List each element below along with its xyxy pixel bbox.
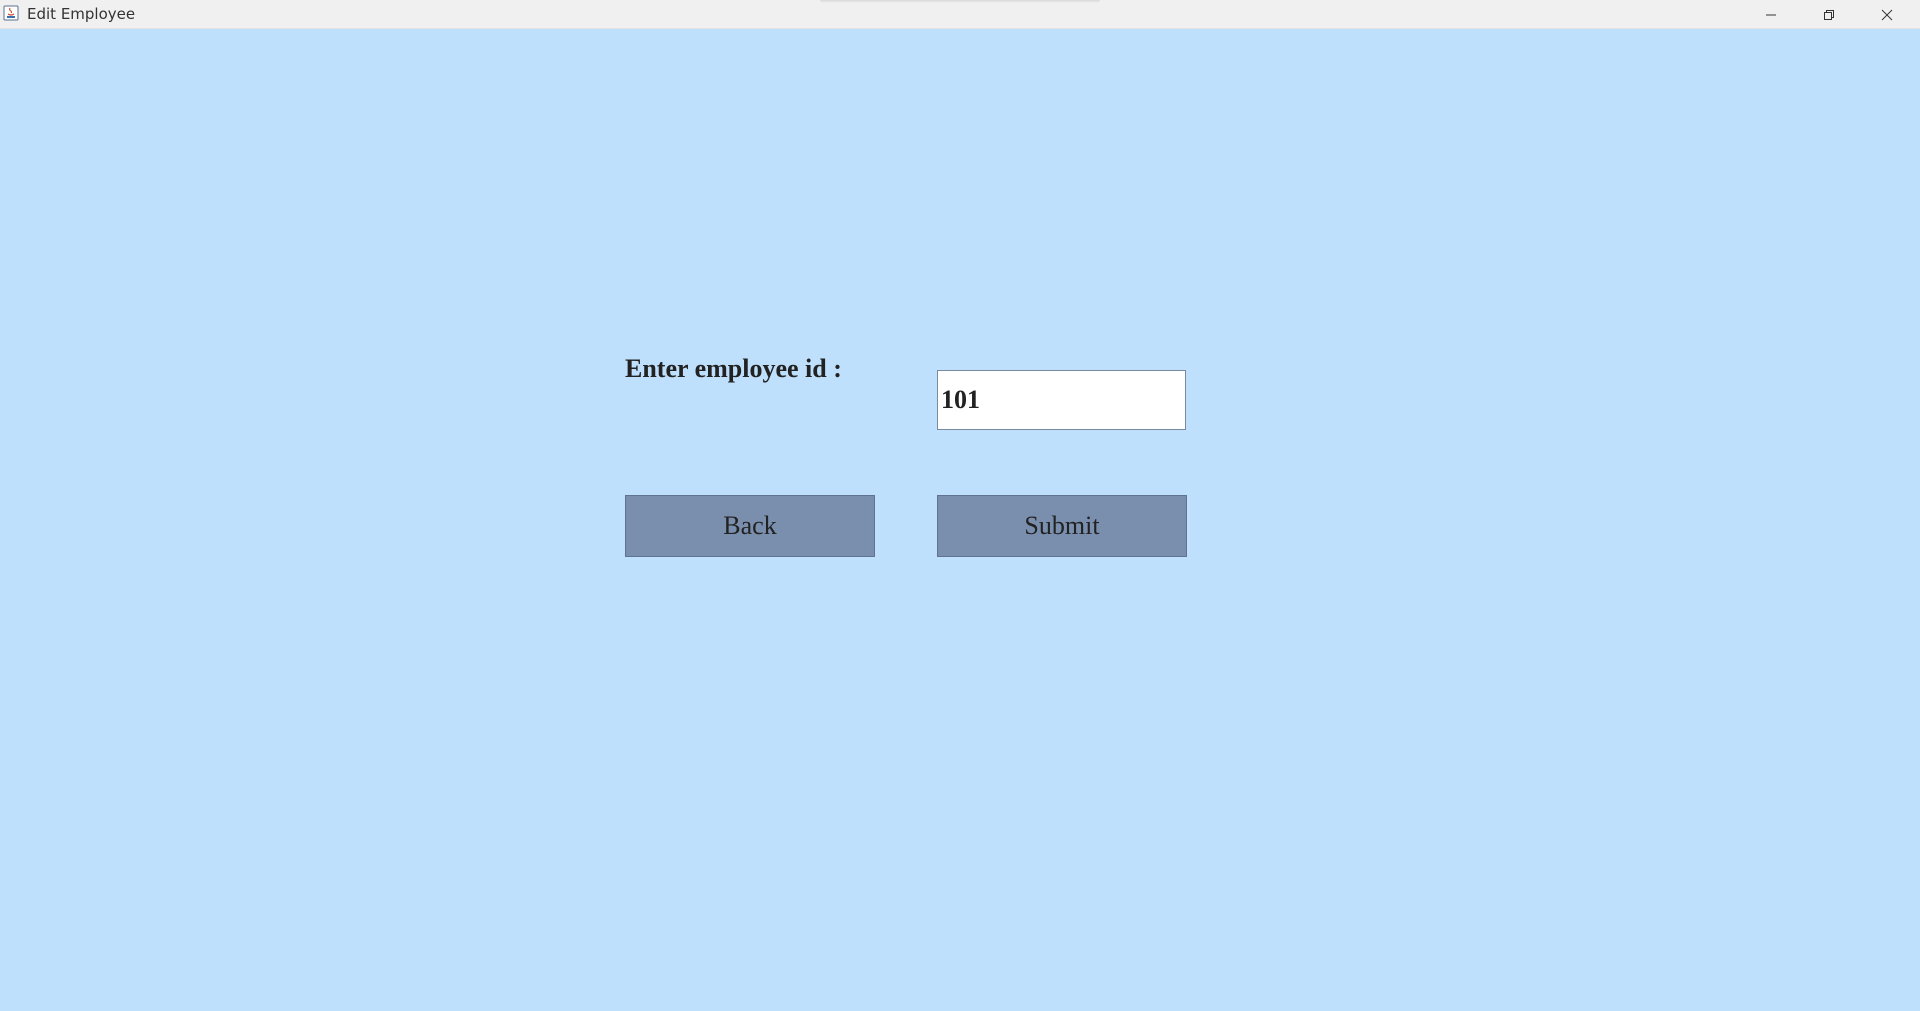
back-button[interactable]: Back	[625, 495, 875, 557]
minimize-icon	[1765, 9, 1777, 21]
submit-button[interactable]: Submit	[937, 495, 1187, 557]
close-button[interactable]	[1858, 0, 1916, 29]
maximize-button[interactable]	[1800, 0, 1858, 29]
restore-icon	[1823, 9, 1835, 21]
edit-employee-window: Edit Employee Enter employee id: 101 Ba…	[0, 0, 1920, 1011]
employee-id-label: Enter employee id :	[625, 354, 842, 383]
minimize-button[interactable]	[1742, 0, 1800, 29]
java-app-icon	[3, 5, 19, 21]
employee-id-input[interactable]	[937, 370, 1186, 430]
titlebar-shadow	[820, 0, 1100, 3]
title-bar[interactable]: Edit Employee	[0, 0, 1920, 29]
form-panel: Enter employee id : Back Submit	[0, 29, 1920, 1011]
close-icon	[1881, 9, 1893, 21]
window-title: Edit Employee	[27, 5, 136, 23]
